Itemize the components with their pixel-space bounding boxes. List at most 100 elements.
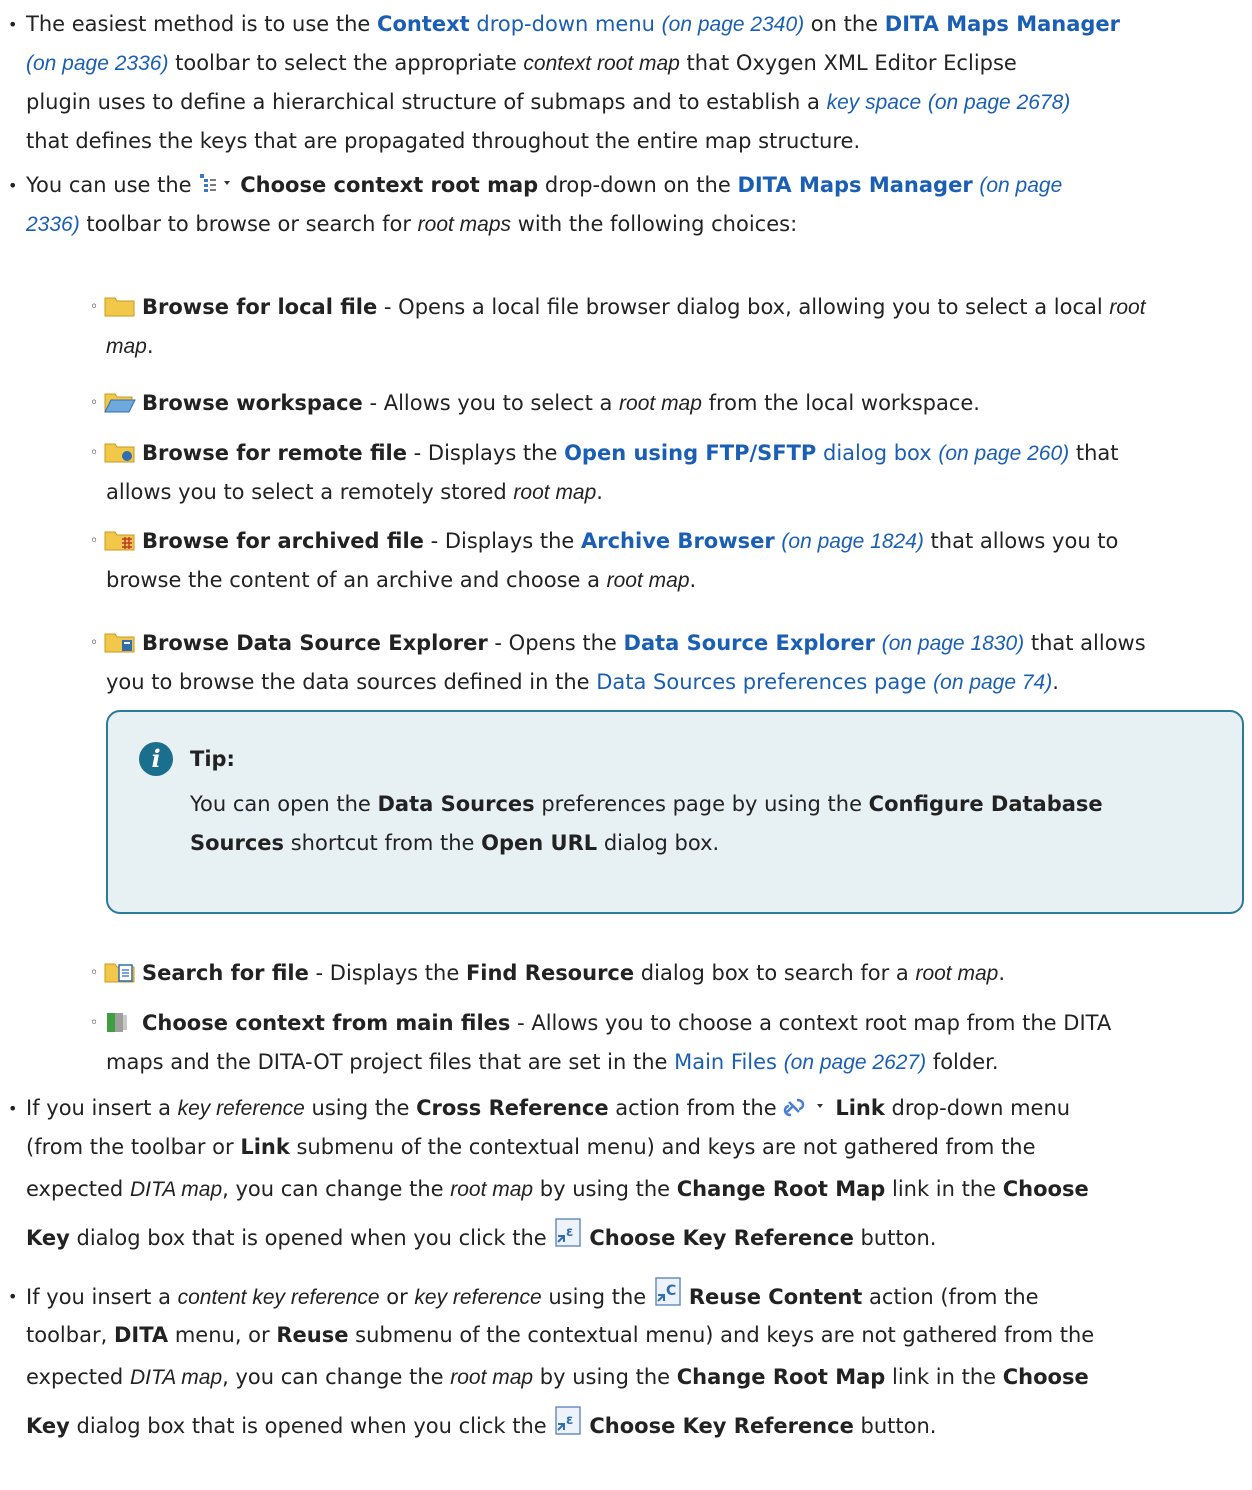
choose-key-reference-icon[interactable]: ε — [553, 1406, 583, 1449]
text: or — [379, 1285, 415, 1309]
main-files-link[interactable]: Main Files — [674, 1050, 777, 1074]
text: that Oxygen XML Editor Eclipse — [679, 51, 1017, 75]
key-space-link[interactable]: key space — [827, 91, 922, 114]
list-item-context-menu: The easiest method is to use the Context… — [26, 5, 1120, 44]
dropdown-menu-link[interactable]: drop-down menu — [470, 12, 655, 36]
page-ref-2340[interactable]: (on page 2340) — [662, 13, 804, 36]
text: - Opens the — [487, 631, 624, 655]
tip-box: i Tip: You can open the Data Sources pre… — [106, 710, 1244, 914]
text: preferences page by using the — [534, 792, 869, 816]
text: expected — [26, 1177, 130, 1201]
sub-bullet-marker: ◦ — [90, 1015, 99, 1031]
choose-key-reference-icon[interactable]: ε — [553, 1218, 583, 1261]
list-item-line: Key dialog box that is opened when you c… — [26, 1406, 936, 1449]
dita-maps-manager-link[interactable]: DITA Maps Manager — [737, 173, 972, 197]
svg-text:ε: ε — [566, 1225, 573, 1240]
term: Configure Database — [868, 792, 1103, 816]
list-item-line: expected DITA map, you can change the ro… — [26, 1358, 1089, 1397]
text: menu, or — [168, 1323, 277, 1347]
term: root maps — [417, 213, 512, 236]
text: . — [1052, 670, 1059, 694]
term: Choose — [1002, 1365, 1089, 1389]
term: Open URL — [481, 831, 598, 855]
text: , you can change the — [222, 1177, 451, 1201]
dialog-box-link[interactable]: dialog box — [816, 441, 938, 465]
bullet-marker: • — [8, 1287, 18, 1306]
link-icon[interactable] — [783, 1092, 829, 1131]
term: root map — [606, 569, 690, 592]
context-root-map-icon[interactable] — [198, 169, 234, 208]
page-ref-1830[interactable]: (on page 1830) — [882, 632, 1024, 655]
term: Reuse Content — [688, 1285, 863, 1309]
text: shortcut from the — [284, 831, 482, 855]
page-ref-2336[interactable]: (on page 2336) — [26, 52, 168, 75]
text: toolbar, — [26, 1323, 114, 1347]
info-icon: i — [139, 742, 173, 776]
term: Link — [835, 1096, 885, 1120]
term: content key reference — [177, 1286, 380, 1309]
open-ftp-link[interactable]: Open using FTP/SFTP — [564, 441, 816, 465]
page-ref-2627[interactable]: (on page 2627) — [784, 1051, 926, 1074]
sub-bullet-marker: ◦ — [90, 533, 99, 549]
list-item-line: (from the toolbar or Link submenu of the… — [26, 1128, 1036, 1167]
list-item-reuse-content: If you insert a content key reference or… — [26, 1277, 1039, 1320]
term: key reference — [177, 1097, 305, 1120]
archive-folder-icon — [104, 525, 136, 564]
reuse-content-icon[interactable]: C — [653, 1277, 683, 1320]
page-ref-260[interactable]: (on page 260) — [938, 442, 1069, 465]
text: that — [1069, 441, 1119, 465]
data-sources-preferences-link[interactable]: Data Sources preferences page — [596, 670, 926, 694]
text: . — [596, 480, 603, 504]
bullet-marker: • — [8, 1099, 18, 1118]
text: button. — [853, 1414, 937, 1438]
text: dialog box. — [597, 831, 720, 855]
text: you to browse the data sources defined i… — [106, 670, 597, 694]
term: Sources — [190, 831, 285, 855]
text: maps and the DITA-OT project files that … — [106, 1050, 675, 1074]
term: root map — [513, 481, 597, 504]
term: DITA map — [129, 1178, 223, 1201]
text: using the — [304, 1096, 417, 1120]
text: using the — [541, 1285, 653, 1309]
sub-item-line: allows you to select a remotely stored r… — [106, 473, 603, 512]
text: plugin uses to define a hierarchical str… — [26, 90, 827, 114]
term: Key — [26, 1414, 70, 1438]
search-file-label: Search for file — [142, 961, 309, 985]
bullet-marker: • — [8, 15, 18, 34]
list-item-line: Key dialog box that is opened when you c… — [26, 1218, 936, 1261]
page-ref-74[interactable]: (on page 74) — [933, 671, 1052, 694]
list-item-cross-reference: If you insert a key reference using the … — [26, 1089, 1070, 1131]
page-ref-2336[interactable]: 2336) — [26, 213, 80, 236]
page-ref-1824[interactable]: (on page 1824) — [781, 530, 923, 553]
data-source-explorer-link[interactable]: Data Source Explorer — [624, 631, 876, 655]
term: Key — [26, 1226, 70, 1250]
list-item-line: expected DITA map, you can change the ro… — [26, 1170, 1089, 1209]
term: root map — [450, 1366, 534, 1389]
text: , you can change the — [222, 1365, 451, 1389]
text: browse the content of an archive and cho… — [106, 568, 607, 592]
term: Change Root Map — [676, 1365, 886, 1389]
text: by using the — [533, 1365, 677, 1389]
archive-browser-link[interactable]: Archive Browser — [581, 529, 775, 553]
tip-title: Tip: — [190, 747, 235, 771]
sub-item-search-file: Search for file - Displays the Find Reso… — [104, 954, 1005, 996]
sub-item-remote-file: Browse for remote file - Displays the Op… — [104, 434, 1118, 476]
text: action from the — [608, 1096, 784, 1120]
text: action (from the — [862, 1285, 1039, 1309]
bullet-marker: • — [8, 176, 18, 195]
term: root map — [619, 392, 702, 415]
dita-maps-manager-link[interactable]: DITA Maps Manager — [885, 12, 1120, 36]
term: root map — [450, 1178, 534, 1201]
text: toolbar to select the appropriate — [168, 51, 524, 75]
context-link[interactable]: Context — [377, 12, 470, 36]
browse-dse-label: Browse Data Source Explorer — [142, 631, 488, 655]
text: The easiest method is to use the — [26, 12, 378, 36]
sub-item-line: map. — [106, 327, 154, 366]
sub-item-local-file: Browse for local file - Opens a local fi… — [104, 288, 1146, 330]
term: DITA map — [129, 1366, 223, 1389]
term: Link — [240, 1135, 290, 1159]
page-ref-prefix[interactable]: (on page — [979, 174, 1062, 197]
page-ref-2678[interactable]: (on page 2678) — [928, 91, 1070, 114]
text: link in the — [885, 1177, 1003, 1201]
list-item-line: toolbar, DITA menu, or Reuse submenu of … — [26, 1316, 1094, 1355]
